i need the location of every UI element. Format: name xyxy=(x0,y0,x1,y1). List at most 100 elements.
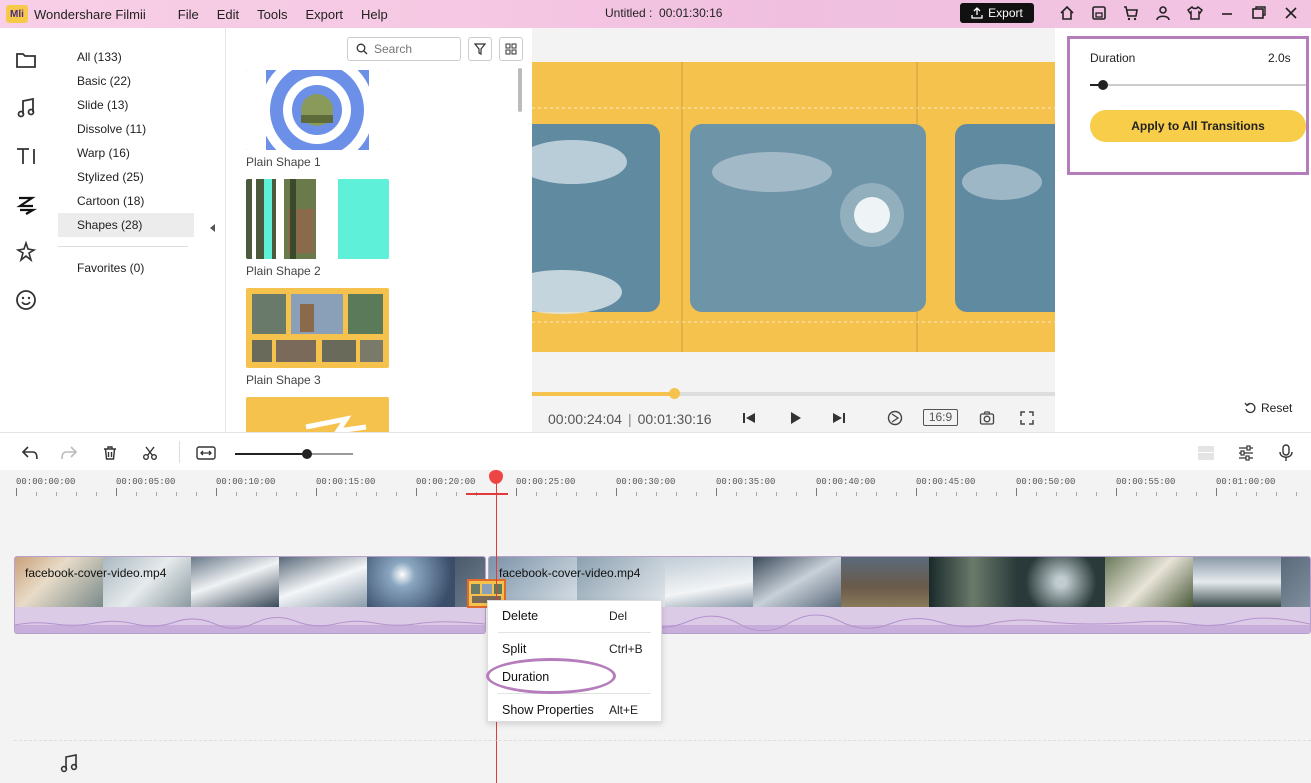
category-slide[interactable]: Slide (13) xyxy=(58,93,194,117)
ruler-tick-minor xyxy=(256,492,257,496)
effects-sparkle-icon[interactable] xyxy=(14,240,38,264)
ruler-tick-major xyxy=(816,488,817,496)
clip-frame xyxy=(367,557,455,607)
menu-edit[interactable]: Edit xyxy=(217,7,239,22)
timeline-toolbar xyxy=(0,432,1311,470)
ruler-tick-minor xyxy=(736,492,737,496)
duration-slider-handle[interactable] xyxy=(1098,80,1108,90)
thumbnail-plain-shape-3[interactable] xyxy=(246,288,389,368)
ruler-tick-minor xyxy=(176,492,177,496)
zoom-slider-handle[interactable] xyxy=(302,449,312,459)
microphone-icon xyxy=(1279,444,1293,461)
apply-to-all-transitions-button[interactable]: Apply to All Transitions xyxy=(1090,110,1306,142)
voiceover-button[interactable] xyxy=(1276,443,1296,463)
filter-icon xyxy=(474,43,486,55)
preview-video[interactable] xyxy=(532,62,1055,352)
play-button[interactable] xyxy=(785,408,805,428)
context-item-delete[interactable]: Delete xyxy=(502,609,538,623)
preview-progress-bar[interactable] xyxy=(532,388,1055,399)
redo-button[interactable] xyxy=(59,443,79,463)
collapse-panel-arrow[interactable] xyxy=(210,224,215,232)
save-icon[interactable] xyxy=(1090,4,1108,22)
category-dissolve[interactable]: Dissolve (11) xyxy=(58,117,194,141)
search-box[interactable] xyxy=(347,37,461,61)
thumbnail-plain-shape-1[interactable] xyxy=(246,70,389,150)
ruler-tick-label: 00:00:30:00 xyxy=(616,477,676,487)
thumbnail-plain-shape-2[interactable] xyxy=(246,179,389,259)
folder-icon[interactable] xyxy=(14,48,38,72)
snapshot-button[interactable] xyxy=(977,408,997,428)
category-shapes[interactable]: Shapes (28) xyxy=(58,213,194,237)
export-button[interactable]: Export xyxy=(960,3,1034,23)
music-note-icon[interactable] xyxy=(14,96,38,120)
search-input[interactable] xyxy=(374,42,452,56)
play-icon xyxy=(791,412,801,424)
thumbnail-label: Plain Shape 2 xyxy=(246,264,321,278)
progress-handle[interactable] xyxy=(669,388,680,399)
sliders-icon xyxy=(1239,445,1253,461)
menu-file[interactable]: File xyxy=(178,7,199,22)
clip-name: facebook-cover-video.mp4 xyxy=(499,566,641,580)
filter-button[interactable] xyxy=(468,37,492,61)
close-icon[interactable] xyxy=(1282,4,1300,22)
user-icon[interactable] xyxy=(1154,4,1172,22)
category-warp[interactable]: Warp (16) xyxy=(58,141,194,165)
ruler-tick-minor xyxy=(596,492,597,496)
thumbnail-plain-shape-4[interactable] xyxy=(246,397,389,432)
ruler-tick-major xyxy=(1016,488,1017,496)
sticker-smiley-icon[interactable] xyxy=(14,288,38,312)
duration-slider[interactable] xyxy=(1090,80,1306,90)
menu-export[interactable]: Export xyxy=(305,7,343,22)
reset-button[interactable]: Reset xyxy=(1244,401,1292,415)
grid-icon xyxy=(505,43,517,55)
video-clip-1[interactable]: facebook-cover-video.mp4 xyxy=(14,556,486,634)
context-item-split[interactable]: Split xyxy=(502,642,526,656)
menu-bar: File Edit Tools Export Help xyxy=(178,7,388,22)
thumbnail-scrollbar[interactable] xyxy=(518,68,522,112)
fit-timeline-button[interactable] xyxy=(196,443,216,463)
ruler-tick-minor xyxy=(136,492,137,496)
ruler-tick-minor xyxy=(356,492,357,496)
aspect-ratio-button[interactable]: 16:9 xyxy=(923,409,958,426)
restore-icon[interactable] xyxy=(1250,4,1268,22)
render-button[interactable] xyxy=(885,408,905,428)
category-all[interactable]: All (133) xyxy=(58,45,194,69)
render-aperture-icon xyxy=(887,410,903,426)
context-item-show-properties[interactable]: Show Properties xyxy=(502,703,594,717)
total-time: 00:01:30:16 xyxy=(637,411,712,427)
delete-button[interactable] xyxy=(100,443,120,463)
clip-frame xyxy=(753,557,841,607)
ruler-tick-minor xyxy=(236,492,237,496)
shirt-icon[interactable] xyxy=(1186,4,1204,22)
document-title: Untitled : 00:01:30:16 xyxy=(605,6,722,20)
ruler-tick-label: 00:00:35:00 xyxy=(716,477,776,487)
grid-view-button[interactable] xyxy=(499,37,523,61)
clip-frame xyxy=(841,557,929,607)
clip-frame xyxy=(665,557,753,607)
previous-frame-button[interactable] xyxy=(739,408,759,428)
track-manager-button[interactable] xyxy=(1196,443,1216,463)
timeline-ruler[interactable]: 00:00:00:00 00:00:05:00 00:00:10:00 00:00:1… xyxy=(0,470,1311,496)
split-button[interactable] xyxy=(140,443,160,463)
category-cartoon[interactable]: Cartoon (18) xyxy=(58,189,194,213)
ruler-tick-label: 00:00:00:00 xyxy=(16,477,76,487)
audio-mixer-button[interactable] xyxy=(1236,443,1256,463)
text-icon[interactable] xyxy=(14,144,38,168)
timeline-zoom-slider[interactable] xyxy=(235,449,353,459)
timecode-display: 00:00:24:04 | 00:01:30:16 xyxy=(548,411,712,427)
category-stylized[interactable]: Stylized (25) xyxy=(58,165,194,189)
category-basic[interactable]: Basic (22) xyxy=(58,69,194,93)
home-icon[interactable] xyxy=(1058,4,1076,22)
ruler-tick-major xyxy=(316,488,317,496)
ruler-tick-minor xyxy=(876,492,877,496)
fullscreen-button[interactable] xyxy=(1017,408,1037,428)
category-favorites[interactable]: Favorites (0) xyxy=(58,256,194,280)
undo-button[interactable] xyxy=(20,443,40,463)
menu-tools[interactable]: Tools xyxy=(257,7,287,22)
ruler-tick-minor xyxy=(396,492,397,496)
menu-help[interactable]: Help xyxy=(361,7,388,22)
cart-icon[interactable] xyxy=(1122,4,1140,22)
transition-icon[interactable] xyxy=(14,192,38,216)
minimize-icon[interactable] xyxy=(1218,4,1236,22)
next-frame-button[interactable] xyxy=(829,408,849,428)
